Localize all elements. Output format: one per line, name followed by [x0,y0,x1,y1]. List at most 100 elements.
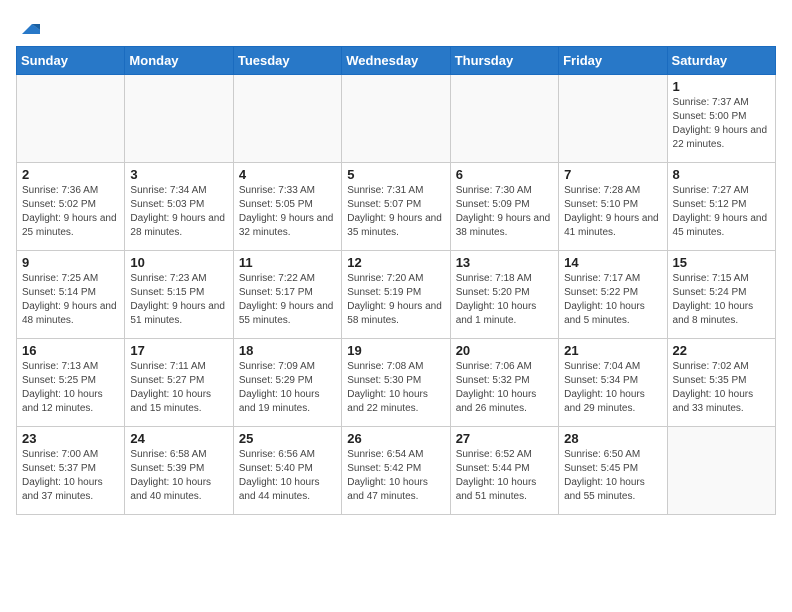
calendar-day-cell: 12 Sunrise: 7:20 AM Sunset: 5:19 PM Dayli… [342,251,450,339]
calendar-day-cell: 26 Sunrise: 6:54 AM Sunset: 5:42 PM Dayli… [342,427,450,515]
calendar-day-cell: 22Sunrise: 7:02 AM Sunset: 5:35 PM Dayli… [667,339,775,427]
day-info: Sunrise: 6:50 AM Sunset: 5:45 PM Dayligh… [564,448,661,504]
day-number: 12 [347,255,444,270]
day-info: Sunrise: 7:27 AM Sunset: 5:12 PM Dayligh… [673,184,770,240]
day-number: 22 [673,343,770,358]
calendar-day-cell [559,75,667,163]
logo [16,20,40,38]
calendar-day-cell: 28 Sunrise: 6:50 AM Sunset: 5:45 PM Dayli… [559,427,667,515]
weekday-header: Wednesday [342,47,450,75]
day-number: 27 [456,431,553,446]
calendar-day-cell [342,75,450,163]
day-number: 4 [239,167,336,182]
day-number: 14 [564,255,661,270]
day-info: Sunrise: 7:28 AM Sunset: 5:10 PM Dayligh… [564,184,661,240]
day-number: 15 [673,255,770,270]
day-number: 21 [564,343,661,358]
day-info: Sunrise: 7:23 AM Sunset: 5:15 PM Dayligh… [130,272,227,328]
calendar-day-cell: 19 Sunrise: 7:08 AM Sunset: 5:30 PM Dayli… [342,339,450,427]
calendar-day-cell: 7 Sunrise: 7:28 AM Sunset: 5:10 PM Daylig… [559,163,667,251]
day-number: 5 [347,167,444,182]
calendar-week-row: 1 Sunrise: 7:37 AM Sunset: 5:00 PM Daylig… [17,75,776,163]
calendar-day-cell: 3 Sunrise: 7:34 AM Sunset: 5:03 PM Daylig… [125,163,233,251]
calendar-day-cell: 23 Sunrise: 7:00 AM Sunset: 5:37 PM Dayli… [17,427,125,515]
day-info: Sunrise: 7:25 AM Sunset: 5:14 PM Dayligh… [22,272,119,328]
page-header [16,16,776,38]
calendar-day-cell [450,75,558,163]
calendar-table: SundayMondayTuesdayWednesdayThursdayFrid… [16,46,776,515]
calendar-day-cell: 20 Sunrise: 7:06 AM Sunset: 5:32 PM Dayli… [450,339,558,427]
day-info: Sunrise: 7:17 AM Sunset: 5:22 PM Dayligh… [564,272,661,328]
day-number: 28 [564,431,661,446]
calendar-day-cell: 14 Sunrise: 7:17 AM Sunset: 5:22 PM Dayli… [559,251,667,339]
calendar-day-cell: 17 Sunrise: 7:11 AM Sunset: 5:27 PM Dayli… [125,339,233,427]
day-number: 2 [22,167,119,182]
day-info: Sunrise: 6:58 AM Sunset: 5:39 PM Dayligh… [130,448,227,504]
calendar-day-cell: 24 Sunrise: 6:58 AM Sunset: 5:39 PM Dayli… [125,427,233,515]
calendar-day-cell: 27Sunrise: 6:52 AM Sunset: 5:44 PM Dayli… [450,427,558,515]
day-number: 17 [130,343,227,358]
calendar-day-cell [17,75,125,163]
weekday-header: Monday [125,47,233,75]
logo-icon [18,20,40,38]
day-info: Sunrise: 7:20 AM Sunset: 5:19 PM Dayligh… [347,272,444,328]
calendar-day-cell: 16 Sunrise: 7:13 AM Sunset: 5:25 PM Dayli… [17,339,125,427]
calendar-day-cell: 18 Sunrise: 7:09 AM Sunset: 5:29 PM Dayli… [233,339,341,427]
day-info: Sunrise: 7:36 AM Sunset: 5:02 PM Dayligh… [22,184,119,240]
calendar-day-cell: 21 Sunrise: 7:04 AM Sunset: 5:34 PM Dayli… [559,339,667,427]
calendar-day-cell: 25Sunrise: 6:56 AM Sunset: 5:40 PM Dayli… [233,427,341,515]
day-number: 18 [239,343,336,358]
day-number: 19 [347,343,444,358]
calendar-day-cell: 13 Sunrise: 7:18 AM Sunset: 5:20 PM Dayli… [450,251,558,339]
day-number: 13 [456,255,553,270]
day-number: 16 [22,343,119,358]
day-number: 20 [456,343,553,358]
day-info: Sunrise: 7:09 AM Sunset: 5:29 PM Dayligh… [239,360,336,416]
day-info: Sunrise: 7:34 AM Sunset: 5:03 PM Dayligh… [130,184,227,240]
day-number: 3 [130,167,227,182]
day-info: Sunrise: 7:15 AM Sunset: 5:24 PM Dayligh… [673,272,770,328]
day-info: Sunrise: 7:08 AM Sunset: 5:30 PM Dayligh… [347,360,444,416]
calendar-week-row: 16 Sunrise: 7:13 AM Sunset: 5:25 PM Dayli… [17,339,776,427]
day-info: Sunrise: 7:33 AM Sunset: 5:05 PM Dayligh… [239,184,336,240]
calendar-day-cell: 2 Sunrise: 7:36 AM Sunset: 5:02 PM Daylig… [17,163,125,251]
day-info: Sunrise: 7:37 AM Sunset: 5:00 PM Dayligh… [673,96,770,152]
day-info: Sunrise: 7:30 AM Sunset: 5:09 PM Dayligh… [456,184,553,240]
day-number: 7 [564,167,661,182]
day-number: 9 [22,255,119,270]
weekday-header: Thursday [450,47,558,75]
day-info: Sunrise: 7:00 AM Sunset: 5:37 PM Dayligh… [22,448,119,504]
calendar-day-cell: 8 Sunrise: 7:27 AM Sunset: 5:12 PM Daylig… [667,163,775,251]
day-info: Sunrise: 7:11 AM Sunset: 5:27 PM Dayligh… [130,360,227,416]
day-info: Sunrise: 7:06 AM Sunset: 5:32 PM Dayligh… [456,360,553,416]
day-info: Sunrise: 7:18 AM Sunset: 5:20 PM Dayligh… [456,272,553,328]
weekday-header: Saturday [667,47,775,75]
calendar-header-row: SundayMondayTuesdayWednesdayThursdayFrid… [17,47,776,75]
day-info: Sunrise: 6:54 AM Sunset: 5:42 PM Dayligh… [347,448,444,504]
calendar-week-row: 2 Sunrise: 7:36 AM Sunset: 5:02 PM Daylig… [17,163,776,251]
calendar-day-cell: 1 Sunrise: 7:37 AM Sunset: 5:00 PM Daylig… [667,75,775,163]
day-number: 23 [22,431,119,446]
day-number: 1 [673,79,770,94]
calendar-week-row: 23 Sunrise: 7:00 AM Sunset: 5:37 PM Dayli… [17,427,776,515]
day-number: 6 [456,167,553,182]
day-number: 26 [347,431,444,446]
calendar-day-cell: 15 Sunrise: 7:15 AM Sunset: 5:24 PM Dayli… [667,251,775,339]
day-number: 10 [130,255,227,270]
day-number: 25 [239,431,336,446]
day-number: 24 [130,431,227,446]
day-info: Sunrise: 7:22 AM Sunset: 5:17 PM Dayligh… [239,272,336,328]
calendar-day-cell: 4 Sunrise: 7:33 AM Sunset: 5:05 PM Daylig… [233,163,341,251]
day-info: Sunrise: 7:04 AM Sunset: 5:34 PM Dayligh… [564,360,661,416]
day-number: 8 [673,167,770,182]
calendar-day-cell: 10 Sunrise: 7:23 AM Sunset: 5:15 PM Dayli… [125,251,233,339]
weekday-header: Friday [559,47,667,75]
calendar-day-cell [233,75,341,163]
day-info: Sunrise: 7:31 AM Sunset: 5:07 PM Dayligh… [347,184,444,240]
calendar-day-cell [125,75,233,163]
day-info: Sunrise: 7:13 AM Sunset: 5:25 PM Dayligh… [22,360,119,416]
calendar-day-cell [667,427,775,515]
calendar-day-cell: 5 Sunrise: 7:31 AM Sunset: 5:07 PM Daylig… [342,163,450,251]
calendar-day-cell: 9 Sunrise: 7:25 AM Sunset: 5:14 PM Daylig… [17,251,125,339]
day-number: 11 [239,255,336,270]
